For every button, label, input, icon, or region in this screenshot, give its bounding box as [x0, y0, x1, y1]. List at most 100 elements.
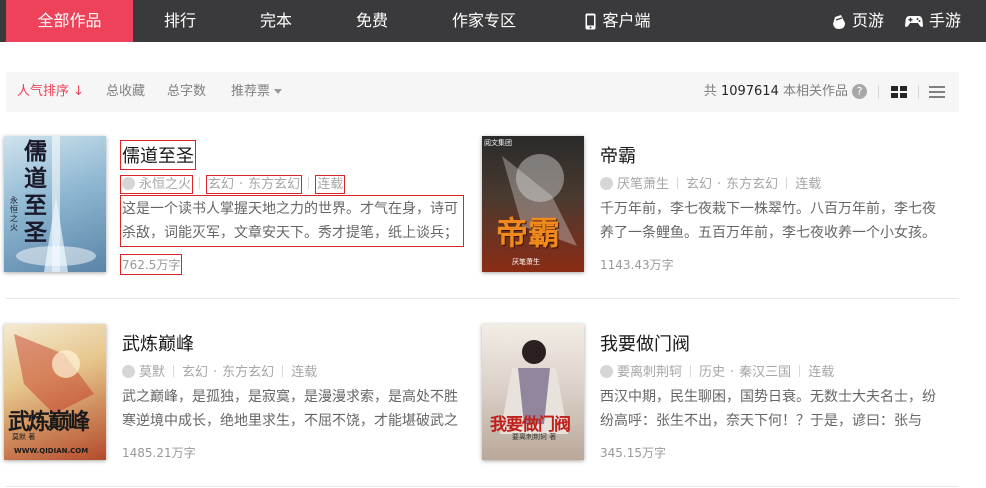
- sort-popularity[interactable]: 人气排序 ↓: [17, 72, 84, 112]
- book-intro: 西汉中期，民生聊困，国势日衰。无数士大夫名士，纷纷高呼：张生不出，奈天下何！？于…: [600, 389, 936, 429]
- sort-popularity-label: 人气排序: [17, 84, 70, 99]
- book-title[interactable]: 武炼巅峰: [122, 330, 194, 356]
- grid-view-icon[interactable]: [891, 86, 907, 98]
- subcategory: 东方玄幻: [726, 177, 779, 192]
- book-cover[interactable]: 武炼巅峰 莫默 著 WWW.QIDIAN.COM: [4, 324, 106, 460]
- nav-completed[interactable]: 完本: [246, 0, 306, 42]
- book-meta: 要离刺荆轲 历史 · 秦汉三国 连载: [600, 361, 834, 380]
- book-meta: 莫默 玄幻 · 东方玄幻 连载: [122, 361, 317, 380]
- divider: [199, 177, 201, 189]
- word-count: 1143.43万字: [600, 258, 674, 272]
- book-card: 我要做门阀 要离刺荆轲 著 我要做门阀 要离刺荆轲 历史 · 秦汉三国 连载 西汉中期，…: [482, 324, 952, 464]
- category-link[interactable]: 玄幻 · 东方玄幻: [686, 177, 778, 192]
- nav-web-game[interactable]: 页游: [828, 0, 888, 42]
- category: 玄幻: [686, 177, 713, 192]
- avatar-icon: [122, 177, 135, 190]
- nav-author-zone[interactable]: 作家专区: [440, 0, 528, 42]
- nav-ranking[interactable]: 排行: [150, 0, 210, 42]
- divider: [878, 85, 879, 99]
- count-prefix: 共: [703, 84, 717, 99]
- category-link[interactable]: 历史 · 秦汉三国: [699, 365, 791, 380]
- avatar-icon: [600, 365, 613, 378]
- book-intro: 武之巅峰，是孤独，是寂寞，是漫漫求索，是高处不胜寒逆境中成长，绝地里求生，不屈不…: [122, 389, 458, 429]
- sort-word-count[interactable]: 总字数: [167, 72, 206, 112]
- word-count: 762.5万字: [119, 254, 183, 275]
- book-meta: 厌笔萧生 玄幻 · 东方玄幻 连载: [600, 173, 821, 192]
- divider: [690, 365, 692, 377]
- category: 玄幻: [208, 177, 235, 192]
- cover-url: WWW.QIDIAN.COM: [14, 447, 89, 455]
- mouse-icon: [832, 15, 845, 29]
- cover-author: 厌笔萧生: [512, 258, 540, 266]
- gamepad-icon: [904, 16, 923, 27]
- book-cover[interactable]: 我要做门阀 要离刺荆轲 著: [482, 324, 584, 460]
- nav-mobile-game[interactable]: 手游: [902, 0, 964, 42]
- top-nav: 全部作品 排行 完本 免费 作家专区 客户端 页游 手游: [0, 0, 986, 42]
- sort-collections[interactable]: 总收藏: [106, 72, 145, 112]
- sort-recommend-votes[interactable]: 推荐票: [231, 72, 283, 112]
- book-title[interactable]: 儒道至圣: [120, 140, 196, 170]
- category-link[interactable]: 玄幻 · 东方玄幻: [182, 365, 274, 380]
- subcategory: 东方玄幻: [222, 365, 275, 380]
- row-divider: [6, 486, 959, 487]
- book-card: 武炼巅峰 莫默 著 WWW.QIDIAN.COM 武炼巅峰 莫默 玄幻 · 东方玄幻 连…: [4, 324, 474, 464]
- category: 玄幻: [182, 365, 209, 380]
- caret-down-icon: [274, 89, 283, 94]
- author-link[interactable]: 莫默: [122, 365, 165, 380]
- sort-recommend-label: 推荐票: [231, 84, 271, 99]
- book-cover[interactable]: 儒道至圣 永恒之火: [4, 136, 106, 272]
- list-view-icon[interactable]: [929, 86, 945, 98]
- author-name: 厌笔萧生: [617, 177, 670, 192]
- result-count: 共 1097614 本相关作品?: [704, 72, 867, 112]
- nav-web-game-label: 页游: [851, 11, 884, 30]
- book-title[interactable]: 我要做门阀: [600, 330, 690, 356]
- help-icon[interactable]: ?: [852, 84, 867, 99]
- book-meta: 永恒之火 玄幻 · 东方玄幻 连载: [119, 173, 346, 194]
- book-cover[interactable]: 阅文集团 帝霸 厌笔萧生: [482, 136, 584, 272]
- status-badge: 连载: [291, 365, 318, 380]
- category-link[interactable]: 玄幻 · 东方玄幻: [206, 175, 303, 194]
- author-name: 莫默: [139, 365, 166, 380]
- count-number: 1097614: [720, 84, 779, 99]
- divider: [308, 177, 310, 189]
- divider: [786, 177, 788, 189]
- divider: [282, 365, 284, 377]
- book-intro: 这是一个读书人掌握天地之力的世界。才气在身，诗可杀敌，词能灭军，文章安天下。秀才…: [120, 195, 464, 247]
- divider: [799, 365, 801, 377]
- divider: [173, 365, 175, 377]
- sort-bar: 人气排序 ↓ 总收藏 总字数 推荐票 共 1097614 本相关作品?: [6, 72, 959, 112]
- nav-client[interactable]: 客户端: [578, 0, 658, 42]
- book-card: 阅文集团 帝霸 厌笔萧生 帝霸 厌笔萧生 玄幻 · 东方玄幻 连载 千万年前，李七夜栽下…: [482, 136, 952, 276]
- divider: [677, 177, 679, 189]
- subcategory: 东方玄幻: [248, 177, 301, 192]
- row-divider: [6, 298, 959, 299]
- count-suffix: 本相关作品: [782, 84, 848, 99]
- book-intro: 千万年前，李七夜栽下一株翠竹。八百万年前，李七夜养了一条鲤鱼。五百万年前，李七夜…: [600, 201, 936, 241]
- divider: [918, 85, 919, 99]
- book-title[interactable]: 帝霸: [600, 142, 636, 168]
- cover-title: 帝霸: [496, 214, 561, 252]
- cover-publisher: 阅文集团: [484, 139, 512, 147]
- status-badge: 连载: [315, 175, 346, 194]
- author-name: 永恒之火: [139, 177, 192, 192]
- word-count: 345.15万字: [600, 446, 666, 460]
- nav-all-works[interactable]: 全部作品: [6, 0, 133, 42]
- author-link[interactable]: 永恒之火: [119, 175, 194, 194]
- cover-author: 莫默 著: [12, 433, 36, 441]
- sort-down-arrow-icon: ↓: [73, 84, 85, 99]
- cover-title: 儒道至圣: [24, 138, 47, 246]
- nav-client-label: 客户端: [602, 11, 651, 30]
- author-link[interactable]: 厌笔萧生: [600, 177, 669, 192]
- category: 历史: [699, 365, 726, 380]
- avatar-icon: [122, 365, 135, 378]
- nav-free[interactable]: 免费: [342, 0, 402, 42]
- book-card: 儒道至圣 永恒之火 儒道至圣 永恒之火 玄幻 · 东方玄幻 连载 这是一个读书人掌握天地…: [4, 136, 474, 276]
- subcategory: 秦汉三国: [739, 365, 792, 380]
- cover-author: 要离刺荆轲 著: [512, 433, 557, 441]
- author-name: 要离刺荆轲: [617, 365, 683, 380]
- word-count: 1485.21万字: [122, 446, 196, 460]
- author-link[interactable]: 要离刺荆轲: [600, 365, 682, 380]
- avatar-icon: [600, 177, 613, 190]
- status-badge: 连载: [795, 177, 822, 192]
- cover-author: 永恒之火: [10, 196, 18, 232]
